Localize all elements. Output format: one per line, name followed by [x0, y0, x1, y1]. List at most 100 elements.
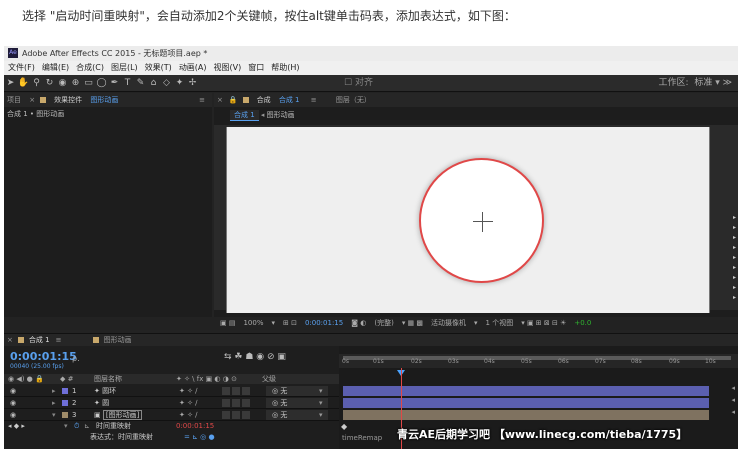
dropdown-arrow-icon[interactable]: ▾: [319, 409, 323, 421]
layer-switches-icon[interactable]: ✦ ✧ ∕: [179, 397, 198, 409]
hand-tool-icon[interactable]: ✋: [17, 75, 30, 92]
layer-duration-bar[interactable]: [343, 410, 709, 420]
layer-duration-bar[interactable]: [343, 386, 709, 396]
snapshot-icon[interactable]: ◙ ◐: [347, 319, 370, 327]
puppet-tool-icon[interactable]: ✢: [186, 75, 199, 92]
menu-effect[interactable]: 效果(T): [141, 63, 175, 72]
dropdown-arrow-icon[interactable]: ▾: [319, 385, 323, 397]
tab-effect-controls[interactable]: 效果控件 图形动画: [48, 96, 124, 104]
workspace-selector[interactable]: 工作区: 标准 ▾ ≫: [659, 75, 732, 92]
menu-view[interactable]: 视图(V): [210, 63, 245, 72]
menu-edit[interactable]: 编辑(E): [38, 63, 72, 72]
layer-search-input[interactable]: ρ.: [72, 354, 80, 363]
pan-behind-tool-icon[interactable]: ⊕: [69, 75, 82, 92]
motion-blur-switch[interactable]: [222, 411, 230, 419]
rectangle-tool-icon[interactable]: ▭: [82, 75, 95, 92]
layer-duration-bar[interactable]: [343, 398, 709, 408]
expand-triangle-icon[interactable]: ▾: [64, 421, 68, 432]
3d-layer-switch[interactable]: [242, 399, 250, 407]
camera-dropdown[interactable]: 活动摄像机: [427, 319, 470, 327]
render-icons[interactable]: ▾ ▣ ⊞ ⊠ ⊟ ☀: [517, 319, 570, 327]
dropdown-arrow-icon[interactable]: ▾: [319, 397, 323, 409]
tab-layer-none[interactable]: 图层（无）: [322, 96, 374, 104]
3d-layer-switch[interactable]: [242, 387, 250, 395]
layer-name[interactable]: ▣ [图形动画]: [94, 409, 143, 421]
time-remap-property[interactable]: ◂ ◆ ▸ ▾ ⏱ ⊾ 时间重映射 0:00:01:15: [4, 421, 339, 432]
circle-shape[interactable]: [419, 158, 544, 283]
eye-icon[interactable]: ◉: [10, 409, 16, 421]
selection-tool-icon[interactable]: ➤: [4, 75, 17, 92]
camera-tool-icon[interactable]: ◉: [56, 75, 69, 92]
close-icon[interactable]: ×: [26, 96, 38, 104]
layer-name[interactable]: ✦ 圆: [94, 397, 109, 409]
adjustment-switch[interactable]: [232, 399, 240, 407]
layer-name-header[interactable]: 图层名称: [94, 374, 122, 384]
timeline-timecode[interactable]: 0:00:01:15: [10, 350, 77, 363]
region-icon[interactable]: ▾ ▦ ▩: [398, 319, 427, 327]
parent-header[interactable]: 父级: [262, 374, 276, 384]
eye-icon[interactable]: ◉: [10, 385, 16, 397]
layer-color-label[interactable]: [62, 400, 68, 406]
eye-icon[interactable]: ◉: [10, 397, 16, 409]
eraser-tool-icon[interactable]: ◇: [160, 75, 173, 92]
views-dropdown[interactable]: 1 个视图: [482, 319, 518, 327]
menu-help[interactable]: 帮助(H): [267, 63, 302, 72]
menu-window[interactable]: 窗口: [244, 63, 267, 72]
viewer-area[interactable]: ▸ ▸ ▸ ▸ ▸ ▸ ▸ ▸ ▸: [214, 125, 738, 313]
menu-composition[interactable]: 合成(C): [72, 63, 107, 72]
collapse-triangle-icon[interactable]: ▾: [52, 409, 56, 421]
zoom-tool-icon[interactable]: ⚲: [30, 75, 43, 92]
stamp-tool-icon[interactable]: ⌂: [147, 75, 160, 92]
expression-property[interactable]: 表达式：时间重映射 = ⊾ ◎ ●: [4, 432, 339, 443]
menu-animation[interactable]: 动画(A): [175, 63, 210, 72]
composition-canvas[interactable]: [226, 127, 710, 313]
keyframe-icon[interactable]: ◆: [341, 422, 347, 431]
brush-tool-icon[interactable]: ✎: [134, 75, 147, 92]
viewer-controls-icon[interactable]: ▣ ▤: [216, 319, 239, 327]
type-tool-icon[interactable]: T: [121, 75, 134, 92]
timeline-layer-row[interactable]: ◉ ▾ 3 ▣ [图形动画] ✦ ✧ ∕ ◎ 无 ▾: [4, 409, 339, 421]
tab-project[interactable]: 项目: [4, 96, 24, 104]
camera-dropdown-icon[interactable]: ▾: [470, 319, 482, 327]
expression-editor[interactable]: timeRemap: [342, 434, 382, 442]
stopwatch-icon[interactable]: ⏱: [74, 421, 79, 432]
pen-tool-icon[interactable]: ✒: [108, 75, 121, 92]
viewer-timecode[interactable]: 0:00:01:15: [301, 319, 347, 327]
adjustment-switch[interactable]: [232, 387, 240, 395]
close-icon[interactable]: ×: [214, 96, 226, 104]
layer-color-label[interactable]: [62, 388, 68, 394]
exposure-value[interactable]: +0.0: [570, 319, 595, 327]
time-ruler[interactable]: 0s 01s 02s 03s 04s 05s 06s 07s 08s 09s 1…: [339, 354, 738, 368]
layer-switches-icon[interactable]: ✦ ✧ ∕: [179, 409, 198, 421]
tab-timeline-shape-anim[interactable]: 图形动画: [101, 336, 135, 344]
timeline-layer-row[interactable]: ◉ ▸ 1 ✦ 圆环 ✦ ✧ ∕ ◎ 无 ▾: [4, 385, 339, 397]
expand-triangle-icon[interactable]: ▸: [52, 397, 56, 409]
tab-timeline-comp1[interactable]: 合成 1: [26, 336, 53, 344]
expression-controls-icon[interactable]: = ⊾ ◎ ●: [184, 432, 215, 443]
motion-blur-switch[interactable]: [222, 387, 230, 395]
timeline-switch-icons[interactable]: ⇆ ☘ ☗ ◉ ⊘ ▣: [224, 352, 286, 362]
timeline-layer-row[interactable]: ◉ ▸ 2 ✦ 圆 ✦ ✧ ∕ ◎ 无 ▾: [4, 397, 339, 409]
layer-name[interactable]: ✦ 圆环: [94, 385, 116, 397]
time-remap-value[interactable]: 0:00:01:15: [176, 421, 214, 432]
menu-file[interactable]: 文件(F): [4, 63, 38, 72]
panel-menu-icon[interactable]: ≡: [196, 93, 208, 107]
layer-color-label[interactable]: [62, 412, 68, 418]
grid-icon[interactable]: ⊞ ⊡: [279, 319, 301, 327]
close-icon[interactable]: ×: [4, 336, 16, 344]
roto-brush-tool-icon[interactable]: ✦: [173, 75, 186, 92]
keyframe-nav-icon[interactable]: ◂ ◆ ▸: [8, 421, 25, 432]
lock-icon[interactable]: 🔒: [226, 96, 241, 104]
3d-layer-switch[interactable]: [242, 411, 250, 419]
comp-breadcrumb-child[interactable]: 图形动画: [267, 111, 295, 119]
panel-menu-icon[interactable]: ≡: [53, 336, 65, 344]
motion-blur-switch[interactable]: [222, 399, 230, 407]
comp-breadcrumb-active[interactable]: 合成 1: [230, 110, 259, 121]
expand-triangle-icon[interactable]: ▸: [52, 385, 56, 397]
layer-switches-icon[interactable]: ✦ ✧ ∕: [179, 385, 198, 397]
parent-pick-whip-icon[interactable]: ◎ 无: [272, 409, 287, 421]
menu-layer[interactable]: 图层(L): [107, 63, 141, 72]
rotate-tool-icon[interactable]: ↻: [43, 75, 56, 92]
panel-menu-icon[interactable]: ≡: [308, 96, 320, 104]
ellipse-tool-icon[interactable]: ◯: [95, 75, 108, 92]
